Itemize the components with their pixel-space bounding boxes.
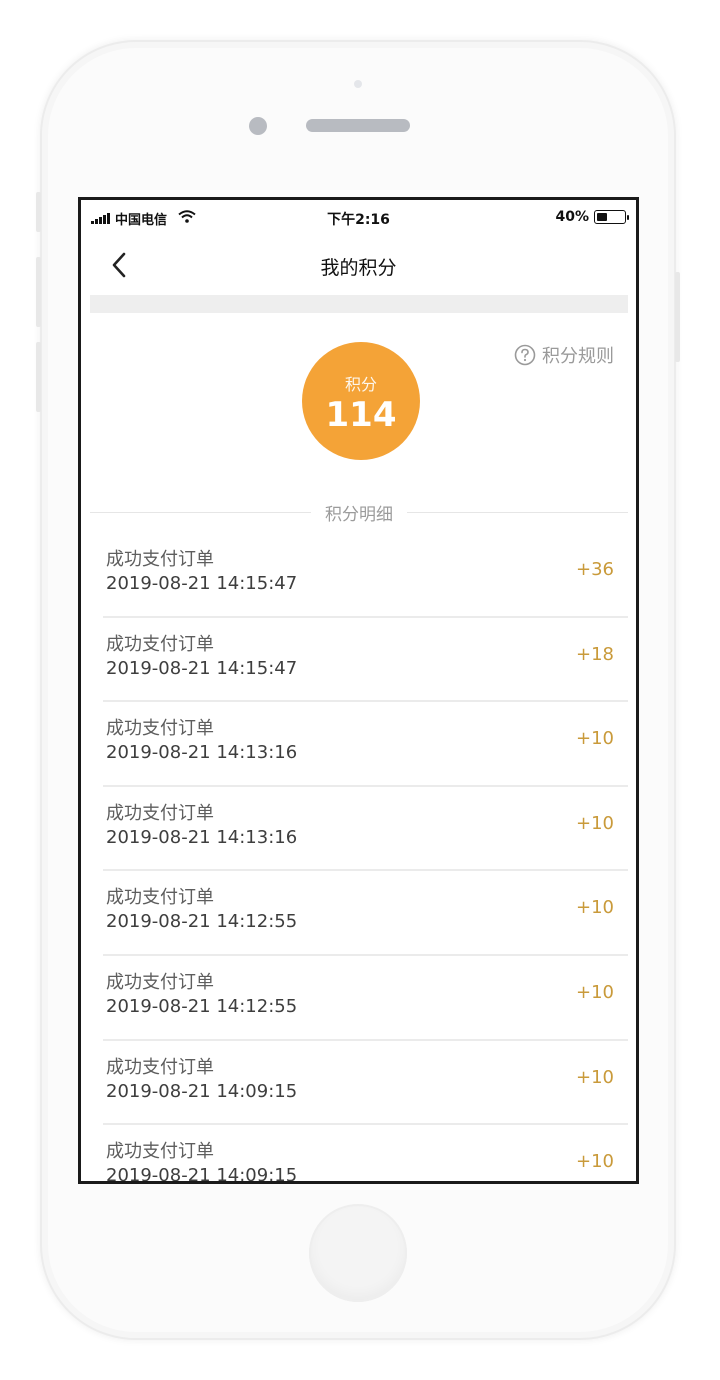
transaction-title: 成功支付订单 — [106, 633, 214, 655]
battery-percent: 40% — [555, 209, 589, 225]
details-section-title: 积分明细 — [325, 505, 393, 525]
transaction-points: +10 — [576, 897, 614, 919]
transaction-datetime: 2019-08-21 14:09:15 — [106, 1080, 298, 1102]
transaction-title: 成功支付订单 — [106, 549, 214, 570]
transaction-points: +10 — [576, 1066, 614, 1088]
list-item: 成功支付订单 2019-08-21 14:09:15 +10 — [103, 1041, 628, 1126]
nav-bar: 我的积分 — [81, 236, 636, 294]
points-transaction-list: 成功支付订单 2019-08-21 14:15:47 +36 成功支付订单 2019-0… — [103, 533, 628, 1184]
transaction-title: 成功支付订单 — [106, 802, 214, 824]
status-time: 下午2:16 — [327, 212, 390, 228]
section-divider-left — [90, 512, 311, 513]
points-value: 114 — [325, 395, 397, 435]
proximity-sensor — [354, 80, 362, 88]
transaction-title: 成功支付订单 — [106, 971, 214, 993]
battery-level — [597, 213, 607, 221]
list-item: 成功支付订单 2019-08-21 14:15:47 +36 — [103, 533, 628, 618]
earpiece-speaker — [306, 119, 410, 132]
points-label: 积分 — [344, 375, 377, 394]
volume-up-button — [36, 257, 41, 327]
transaction-datetime: 2019-08-21 14:13:16 — [106, 826, 298, 848]
list-item: 成功支付订单 2019-08-21 14:13:16 +10 — [103, 702, 628, 787]
transaction-points: +10 — [576, 1151, 614, 1173]
home-button[interactable] — [309, 1204, 407, 1302]
power-button — [675, 272, 680, 362]
list-item: 成功支付订单 2019-08-21 14:13:16 +10 — [103, 787, 628, 872]
transaction-datetime: 2019-08-21 14:12:55 — [106, 995, 298, 1017]
transaction-datetime: 2019-08-21 14:12:55 — [106, 911, 298, 933]
transaction-datetime: 2019-08-21 14:13:16 — [106, 742, 298, 764]
front-camera — [249, 117, 267, 135]
question-circle-icon — [514, 344, 536, 366]
transaction-points: +36 — [576, 559, 614, 580]
header-divider — [90, 295, 628, 313]
points-rules-label: 积分规则 — [542, 346, 614, 367]
details-section-header: 积分明细 — [90, 500, 628, 525]
transaction-title: 成功支付订单 — [106, 887, 214, 909]
list-item: 成功支付订单 2019-08-21 14:09:15 +10 — [103, 1125, 628, 1184]
status-bar: 中国电信 下午2:16 40% — [81, 200, 636, 236]
transaction-title: 成功支付订单 — [106, 1056, 214, 1078]
list-item: 成功支付订单 2019-08-21 14:12:55 +10 — [103, 956, 628, 1041]
list-item: 成功支付订单 2019-08-21 14:12:55 +10 — [103, 871, 628, 956]
battery-icon — [594, 210, 629, 224]
transaction-points: +18 — [576, 643, 614, 665]
volume-down-button — [36, 342, 41, 412]
mute-switch — [36, 192, 41, 232]
transaction-points: +10 — [576, 981, 614, 1003]
list-item: 成功支付订单 2019-08-21 14:15:47 +18 — [103, 618, 628, 703]
transaction-title: 成功支付订单 — [106, 718, 214, 740]
transaction-points: +10 — [576, 812, 614, 834]
points-rules-link[interactable]: 积分规则 — [514, 342, 614, 368]
transaction-datetime: 2019-08-21 14:09:15 — [106, 1165, 298, 1184]
page-title: 我的积分 — [320, 257, 397, 279]
transaction-points: +10 — [576, 728, 614, 750]
transaction-datetime: 2019-08-21 14:15:47 — [106, 657, 298, 679]
phone-screen: 中国电信 下午2:16 40% 我的积分 积分规则 积分 114 积分明细 成功… — [78, 197, 639, 1184]
transaction-datetime: 2019-08-21 14:15:47 — [106, 573, 298, 594]
points-badge: 积分 114 — [302, 342, 420, 460]
transaction-title: 成功支付订单 — [106, 1141, 214, 1163]
section-divider-right — [407, 512, 628, 513]
